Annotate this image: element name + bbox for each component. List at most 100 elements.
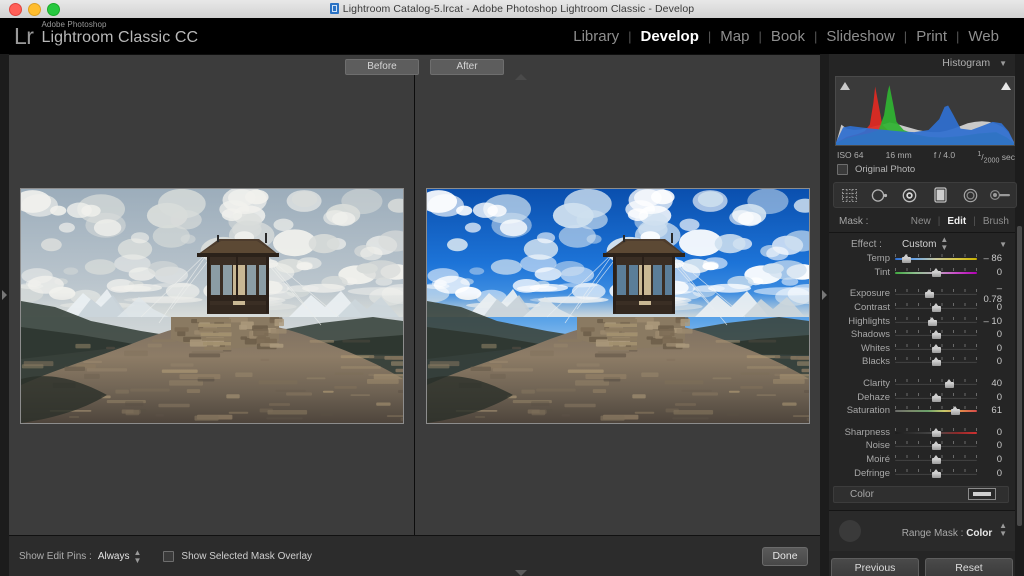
mask-brush-button[interactable]: Brush — [983, 216, 1009, 227]
slider-value[interactable]: 0 — [980, 302, 1010, 313]
slider-track[interactable] — [895, 406, 977, 415]
module-map[interactable]: Map — [711, 28, 758, 45]
module-library[interactable]: Library — [564, 28, 628, 45]
mask-overlay-checkbox[interactable] — [163, 551, 174, 562]
slider-knob[interactable] — [932, 331, 941, 339]
before-photo[interactable] — [20, 188, 404, 424]
slider-value[interactable]: 61 — [980, 405, 1010, 416]
slider-knob[interactable] — [932, 456, 941, 464]
slider-blacks[interactable]: Blacks0 — [829, 355, 1015, 369]
slider-track[interactable] — [895, 303, 977, 312]
slider-track[interactable] — [895, 254, 977, 263]
identity-plate[interactable]: Lr Adobe Photoshop Lightroom Classic CC — [14, 21, 198, 48]
slider-value[interactable]: 0 — [980, 329, 1010, 340]
crop-overlay-tool[interactable] — [838, 185, 860, 205]
histogram-header[interactable]: Histogram ▼ — [829, 54, 1015, 72]
module-book[interactable]: Book — [762, 28, 814, 45]
slider-knob[interactable] — [928, 318, 937, 326]
slider-value[interactable]: – 10 — [980, 316, 1010, 327]
slider-track[interactable] — [895, 428, 977, 437]
slider-dehaze[interactable]: Dehaze0 — [829, 390, 1015, 404]
stepper-icon[interactable]: ▲▼ — [940, 236, 948, 252]
slider-value[interactable]: 0 — [980, 454, 1010, 465]
effect-value[interactable]: Custom — [902, 239, 936, 250]
reset-button[interactable]: Reset — [925, 558, 1013, 576]
graduated-filter-tool[interactable] — [929, 185, 951, 205]
slider-clarity[interactable]: Clarity40 — [829, 377, 1015, 391]
module-web[interactable]: Web — [959, 28, 1008, 45]
red-eye-correction-tool[interactable] — [899, 185, 921, 205]
slider-knob[interactable] — [925, 290, 934, 298]
done-button[interactable]: Done — [762, 547, 808, 566]
slider-noise[interactable]: Noise0 — [829, 439, 1015, 453]
slider-value[interactable]: – 86 — [980, 253, 1010, 264]
slider-track[interactable] — [895, 344, 977, 353]
slider-track[interactable] — [895, 330, 977, 339]
module-print[interactable]: Print — [907, 28, 956, 45]
slider-knob[interactable] — [945, 380, 954, 388]
slider-knob[interactable] — [951, 407, 960, 415]
slider-saturation[interactable]: Saturation61 — [829, 404, 1015, 418]
slider-contrast[interactable]: Contrast0 — [829, 301, 1015, 315]
slider-sharpness[interactable]: Sharpness0 — [829, 426, 1015, 440]
color-swatch-icon[interactable] — [968, 488, 996, 500]
slider-value[interactable]: 0 — [980, 267, 1010, 278]
left-panel-toggle[interactable] — [0, 54, 9, 535]
filmstrip-toggle[interactable] — [515, 570, 527, 576]
slider-knob[interactable] — [932, 304, 941, 312]
panel-scrollbar[interactable] — [1015, 54, 1024, 576]
slider-tint[interactable]: Tint0 — [829, 266, 1015, 280]
after-photo[interactable] — [426, 188, 810, 424]
stepper-icon[interactable]: ▲▼ — [999, 522, 1007, 538]
slider-defringe[interactable]: Defringe0 — [829, 466, 1015, 480]
slider-track[interactable] — [895, 469, 977, 478]
slider-value[interactable]: 0 — [980, 356, 1010, 367]
slider-track[interactable] — [895, 379, 977, 388]
chevron-down-icon[interactable]: ▼ — [999, 55, 1007, 73]
spot-removal-tool[interactable] — [868, 185, 890, 205]
range-mask-value[interactable]: Color — [966, 528, 992, 539]
mask-edit-button[interactable]: Edit — [947, 216, 966, 227]
radial-filter-tool[interactable] — [959, 185, 981, 205]
right-panel-toggle[interactable] — [820, 54, 829, 535]
slider-track[interactable] — [895, 289, 977, 298]
slider-whites[interactable]: Whites0 — [829, 342, 1015, 356]
slider-knob[interactable] — [932, 470, 941, 478]
slider-moir[interactable]: Moiré0 — [829, 453, 1015, 467]
slider-value[interactable]: 40 — [980, 378, 1010, 389]
slider-track[interactable] — [895, 317, 977, 326]
stepper-icon[interactable]: ▲▼ — [134, 549, 142, 565]
previous-button[interactable]: Previous — [831, 558, 919, 576]
chevron-down-icon[interactable]: ▼ — [999, 240, 1007, 249]
slider-track[interactable] — [895, 357, 977, 366]
color-row[interactable]: Color — [833, 486, 1009, 503]
slider-track[interactable] — [895, 441, 977, 450]
slider-track[interactable] — [895, 268, 977, 277]
mask-new-button[interactable]: New — [911, 216, 931, 227]
module-slideshow[interactable]: Slideshow — [817, 28, 903, 45]
slider-highlights[interactable]: Highlights– 10 — [829, 314, 1015, 328]
slider-track[interactable] — [895, 455, 977, 464]
slider-knob[interactable] — [932, 345, 941, 353]
slider-knob[interactable] — [932, 442, 941, 450]
slider-shadows[interactable]: Shadows0 — [829, 328, 1015, 342]
histogram-chart[interactable] — [835, 76, 1015, 146]
slider-value[interactable]: 0 — [980, 468, 1010, 479]
adjustment-brush-tool[interactable] — [990, 185, 1012, 205]
slider-knob[interactable] — [932, 269, 941, 277]
slider-value[interactable]: 0 — [980, 392, 1010, 403]
slider-value[interactable]: 0 — [980, 427, 1010, 438]
original-photo-row[interactable]: Original Photo — [837, 164, 1015, 175]
show-edit-pins-value[interactable]: Always — [98, 551, 130, 562]
slider-knob[interactable] — [932, 358, 941, 366]
scrollbar-thumb[interactable] — [1017, 226, 1022, 526]
module-develop[interactable]: Develop — [632, 28, 708, 45]
slider-knob[interactable] — [932, 429, 941, 437]
slider-value[interactable]: 0 — [980, 343, 1010, 354]
before-pane[interactable] — [9, 75, 414, 536]
after-pane[interactable] — [415, 75, 820, 536]
shadow-clipping-icon[interactable] — [839, 80, 850, 91]
slider-track[interactable] — [895, 393, 977, 402]
slider-knob[interactable] — [902, 255, 911, 263]
slider-temp[interactable]: Temp– 86 — [829, 252, 1015, 266]
